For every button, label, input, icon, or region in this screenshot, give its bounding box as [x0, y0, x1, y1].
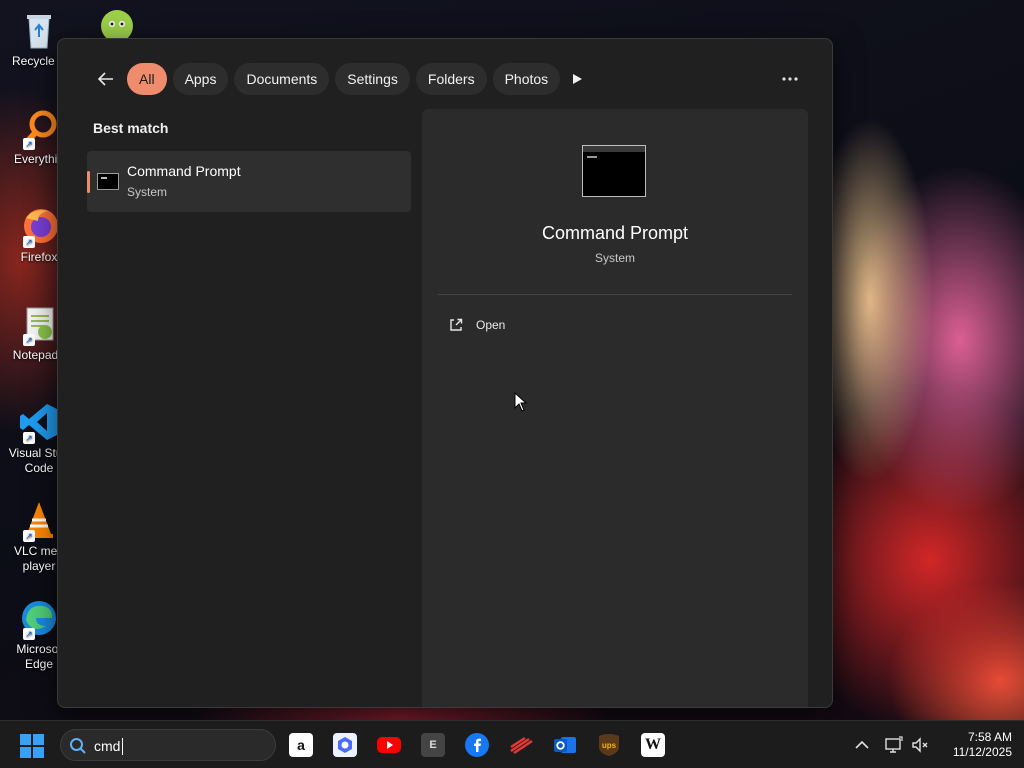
firefox-icon: ↗	[17, 204, 61, 248]
play-arrow-icon	[573, 74, 582, 84]
shortcut-arrow-icon: ↗	[23, 236, 35, 248]
filter-chip-photos[interactable]: Photos	[492, 63, 561, 95]
preview-divider	[438, 294, 792, 295]
filter-chip-apps[interactable]: Apps	[172, 63, 229, 95]
app-red-icon[interactable]	[509, 733, 533, 757]
clock-date: 11/12/2025	[952, 745, 1012, 759]
arrow-left-icon	[97, 72, 113, 86]
selection-indicator	[87, 171, 90, 193]
desktop-icon-label: Firefox	[20, 250, 58, 264]
preview-title: Command Prompt	[541, 223, 689, 243]
notepad-plus-plus-icon: ↗	[17, 302, 61, 346]
open-action-label: Open	[476, 318, 506, 332]
taskbar-search-input[interactable]	[94, 735, 264, 757]
best-match-result[interactable]: Command Prompt System	[87, 151, 411, 212]
mouse-pointer-icon	[514, 392, 528, 412]
search-filter-bar: All Apps Documents Settings Folders Phot…	[127, 63, 561, 95]
edge-icon: ↗	[17, 596, 61, 640]
windows-logo-icon	[20, 734, 44, 758]
shortcut-arrow-icon: ↗	[23, 628, 35, 640]
preview-subtitle: System	[594, 251, 635, 265]
filter-chip-documents[interactable]: Documents	[234, 63, 330, 95]
outlook-icon[interactable]	[553, 733, 577, 757]
copilot-icon[interactable]	[333, 733, 357, 757]
start-button[interactable]	[19, 733, 45, 759]
vscode-icon: ↗	[17, 400, 61, 444]
clock-time: 7:58 AM	[967, 730, 1012, 744]
shortcut-arrow-icon: ↗	[23, 530, 35, 542]
everything-search-icon: ↗	[17, 106, 61, 150]
system-clock[interactable]: 7:58 AM 11/12/2025	[936, 730, 1012, 760]
epic-games-icon[interactable]: E	[421, 733, 445, 757]
taskbar-search-box[interactable]	[60, 729, 276, 761]
network-display-icon[interactable]	[884, 735, 904, 755]
recycle-bin-icon	[17, 8, 61, 52]
result-preview-pane: Command Prompt System Open	[422, 109, 808, 707]
search-icon	[70, 738, 86, 754]
back-button[interactable]	[92, 65, 120, 93]
amazon-icon[interactable]: a	[289, 733, 313, 757]
svg-text:ups: ups	[602, 741, 617, 750]
shortcut-arrow-icon: ↗	[23, 432, 35, 444]
more-options-button[interactable]	[776, 65, 804, 93]
youtube-icon[interactable]	[377, 733, 401, 757]
filter-chip-all[interactable]: All	[127, 63, 167, 95]
ellipsis-icon	[782, 77, 798, 81]
best-match-heading: Best match	[93, 120, 169, 136]
ups-icon[interactable]: ups	[597, 733, 621, 757]
text-caret	[122, 738, 123, 755]
facebook-icon[interactable]	[465, 733, 489, 757]
chevron-up-icon[interactable]	[852, 735, 872, 755]
search-panel: All Apps Documents Settings Folders Phot…	[57, 38, 833, 708]
wikipedia-icon[interactable]: W	[641, 733, 665, 757]
shortcut-arrow-icon: ↗	[23, 138, 35, 150]
speaker-muted-icon[interactable]	[910, 735, 930, 755]
taskbar: a E ups W 7:58 AM 11/12/2025	[0, 720, 1024, 768]
command-prompt-icon	[97, 173, 119, 190]
open-external-icon	[450, 318, 463, 331]
result-type: System	[127, 185, 168, 199]
command-prompt-large-icon	[582, 145, 646, 197]
vlc-icon: ↗	[17, 498, 61, 542]
filter-chip-settings[interactable]: Settings	[335, 63, 410, 95]
filter-chip-folders[interactable]: Folders	[415, 63, 487, 95]
shortcut-arrow-icon: ↗	[23, 334, 35, 346]
open-action-button[interactable]: Open	[442, 309, 788, 341]
result-name: Command Prompt	[127, 163, 241, 179]
more-filters-button[interactable]	[563, 65, 591, 93]
